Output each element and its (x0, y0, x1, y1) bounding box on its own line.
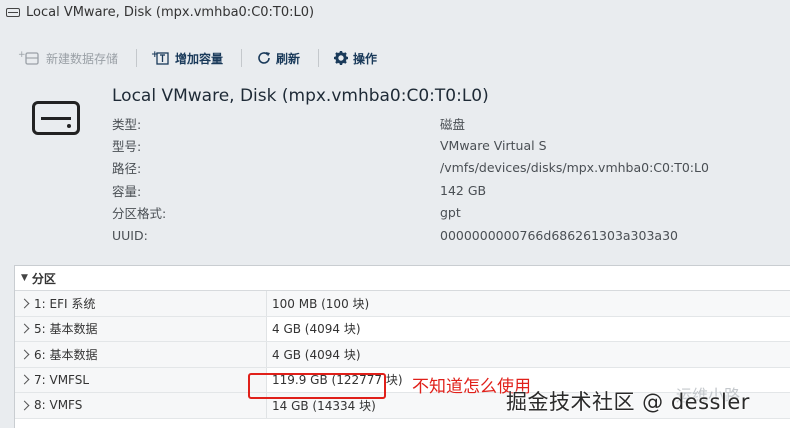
partitions-header[interactable]: ▼ 分区 (15, 266, 790, 291)
property-key: 型号: (112, 139, 142, 155)
hard-disk-icon (32, 101, 80, 135)
property-key: 容量: (112, 183, 142, 199)
increase-capacity-label: 增加容量 (175, 51, 224, 66)
toolbar-divider (318, 49, 320, 67)
disk-icon (6, 7, 20, 17)
property-value: 142 GB (440, 182, 487, 198)
property-key: UUID: (112, 227, 148, 243)
window-title-bar: Local VMware, Disk (mpx.vmhba0:C0:T0:L0) (0, 0, 790, 24)
actions-label: 操作 (353, 51, 378, 66)
toolbar: + 新建数据存储 + 增加容量 刷新 操作 (0, 44, 790, 72)
partition-name: 6: 基本数据 (34, 347, 98, 362)
chevron-right-icon[interactable] (19, 400, 30, 411)
expand-triangle-icon: ▼ (21, 273, 28, 283)
property-row: 型号: VMware Virtual S (112, 134, 772, 156)
chevron-right-icon[interactable] (19, 298, 30, 309)
partition-name: 8: VMFS (34, 398, 83, 413)
annotation-highlight-box (248, 373, 386, 399)
partitions-title: 分区 (31, 271, 56, 286)
refresh-icon (256, 50, 272, 66)
svg-text:+: + (18, 50, 26, 60)
disk-properties: 类型: 磁盘 型号: VMware Virtual S 路径: /vmfs/de… (112, 112, 772, 246)
actions-button[interactable]: 操作 (333, 50, 377, 67)
property-row: 分区格式: gpt (112, 202, 772, 224)
property-row: 路径: /vmfs/devices/disks/mpx.vmhba0:C0:T0… (112, 157, 772, 179)
partition-size: 4 GB (4094 块) (267, 342, 790, 367)
toolbar-divider (136, 49, 138, 67)
property-value: gpt (440, 205, 461, 221)
property-row: UUID: 0000000000766d686261303a303a30 (112, 224, 772, 246)
property-value: /vmfs/devices/disks/mpx.vmhba0:C0:T0:L0 (440, 160, 709, 176)
partition-row[interactable]: 5: 基本数据 4 GB (4094 块) (15, 316, 790, 342)
property-value: VMware Virtual S (440, 138, 547, 154)
gear-icon (333, 50, 349, 66)
partition-name: 5: 基本数据 (34, 322, 98, 337)
toolbar-divider (241, 49, 243, 67)
partition-row[interactable]: 6: 基本数据 4 GB (4094 块) (15, 342, 790, 368)
partition-name: 7: VMFSL (34, 372, 90, 387)
property-row: 容量: 142 GB (112, 179, 772, 201)
property-value: 磁盘 (440, 116, 466, 132)
refresh-button[interactable]: 刷新 (256, 50, 300, 67)
increase-capacity-icon: + (151, 50, 171, 66)
chevron-right-icon[interactable] (19, 374, 30, 385)
partition-size: 4 GB (4094 块) (272, 322, 361, 337)
new-datastore-label: 新建数据存储 (46, 51, 119, 66)
property-value: 0000000000766d686261303a303a30 (440, 227, 678, 243)
partition-size: 100 MB (100 块) (267, 291, 790, 316)
window-title: Local VMware, Disk (mpx.vmhba0:C0:T0:L0) (26, 4, 315, 20)
property-key: 类型: (112, 116, 142, 132)
new-datastore-button[interactable]: + 新建数据存储 (18, 50, 118, 67)
property-key: 分区格式: (112, 206, 167, 222)
property-row: 类型: 磁盘 (112, 112, 772, 134)
property-key: 路径: (112, 161, 142, 177)
disk-name-heading: Local VMware, Disk (mpx.vmhba0:C0:T0:L0) (112, 86, 489, 106)
partition-row[interactable]: 1: EFI 系统 100 MB (100 块) (15, 291, 790, 317)
watermark: 掘金技术社区 @ dessler (506, 390, 750, 414)
increase-capacity-button[interactable]: + 增加容量 (151, 50, 223, 67)
chevron-right-icon[interactable] (19, 323, 30, 334)
chevron-right-icon[interactable] (19, 349, 30, 360)
new-datastore-icon: + (18, 50, 42, 66)
refresh-label: 刷新 (276, 51, 301, 66)
partition-name: 1: EFI 系统 (34, 296, 96, 311)
